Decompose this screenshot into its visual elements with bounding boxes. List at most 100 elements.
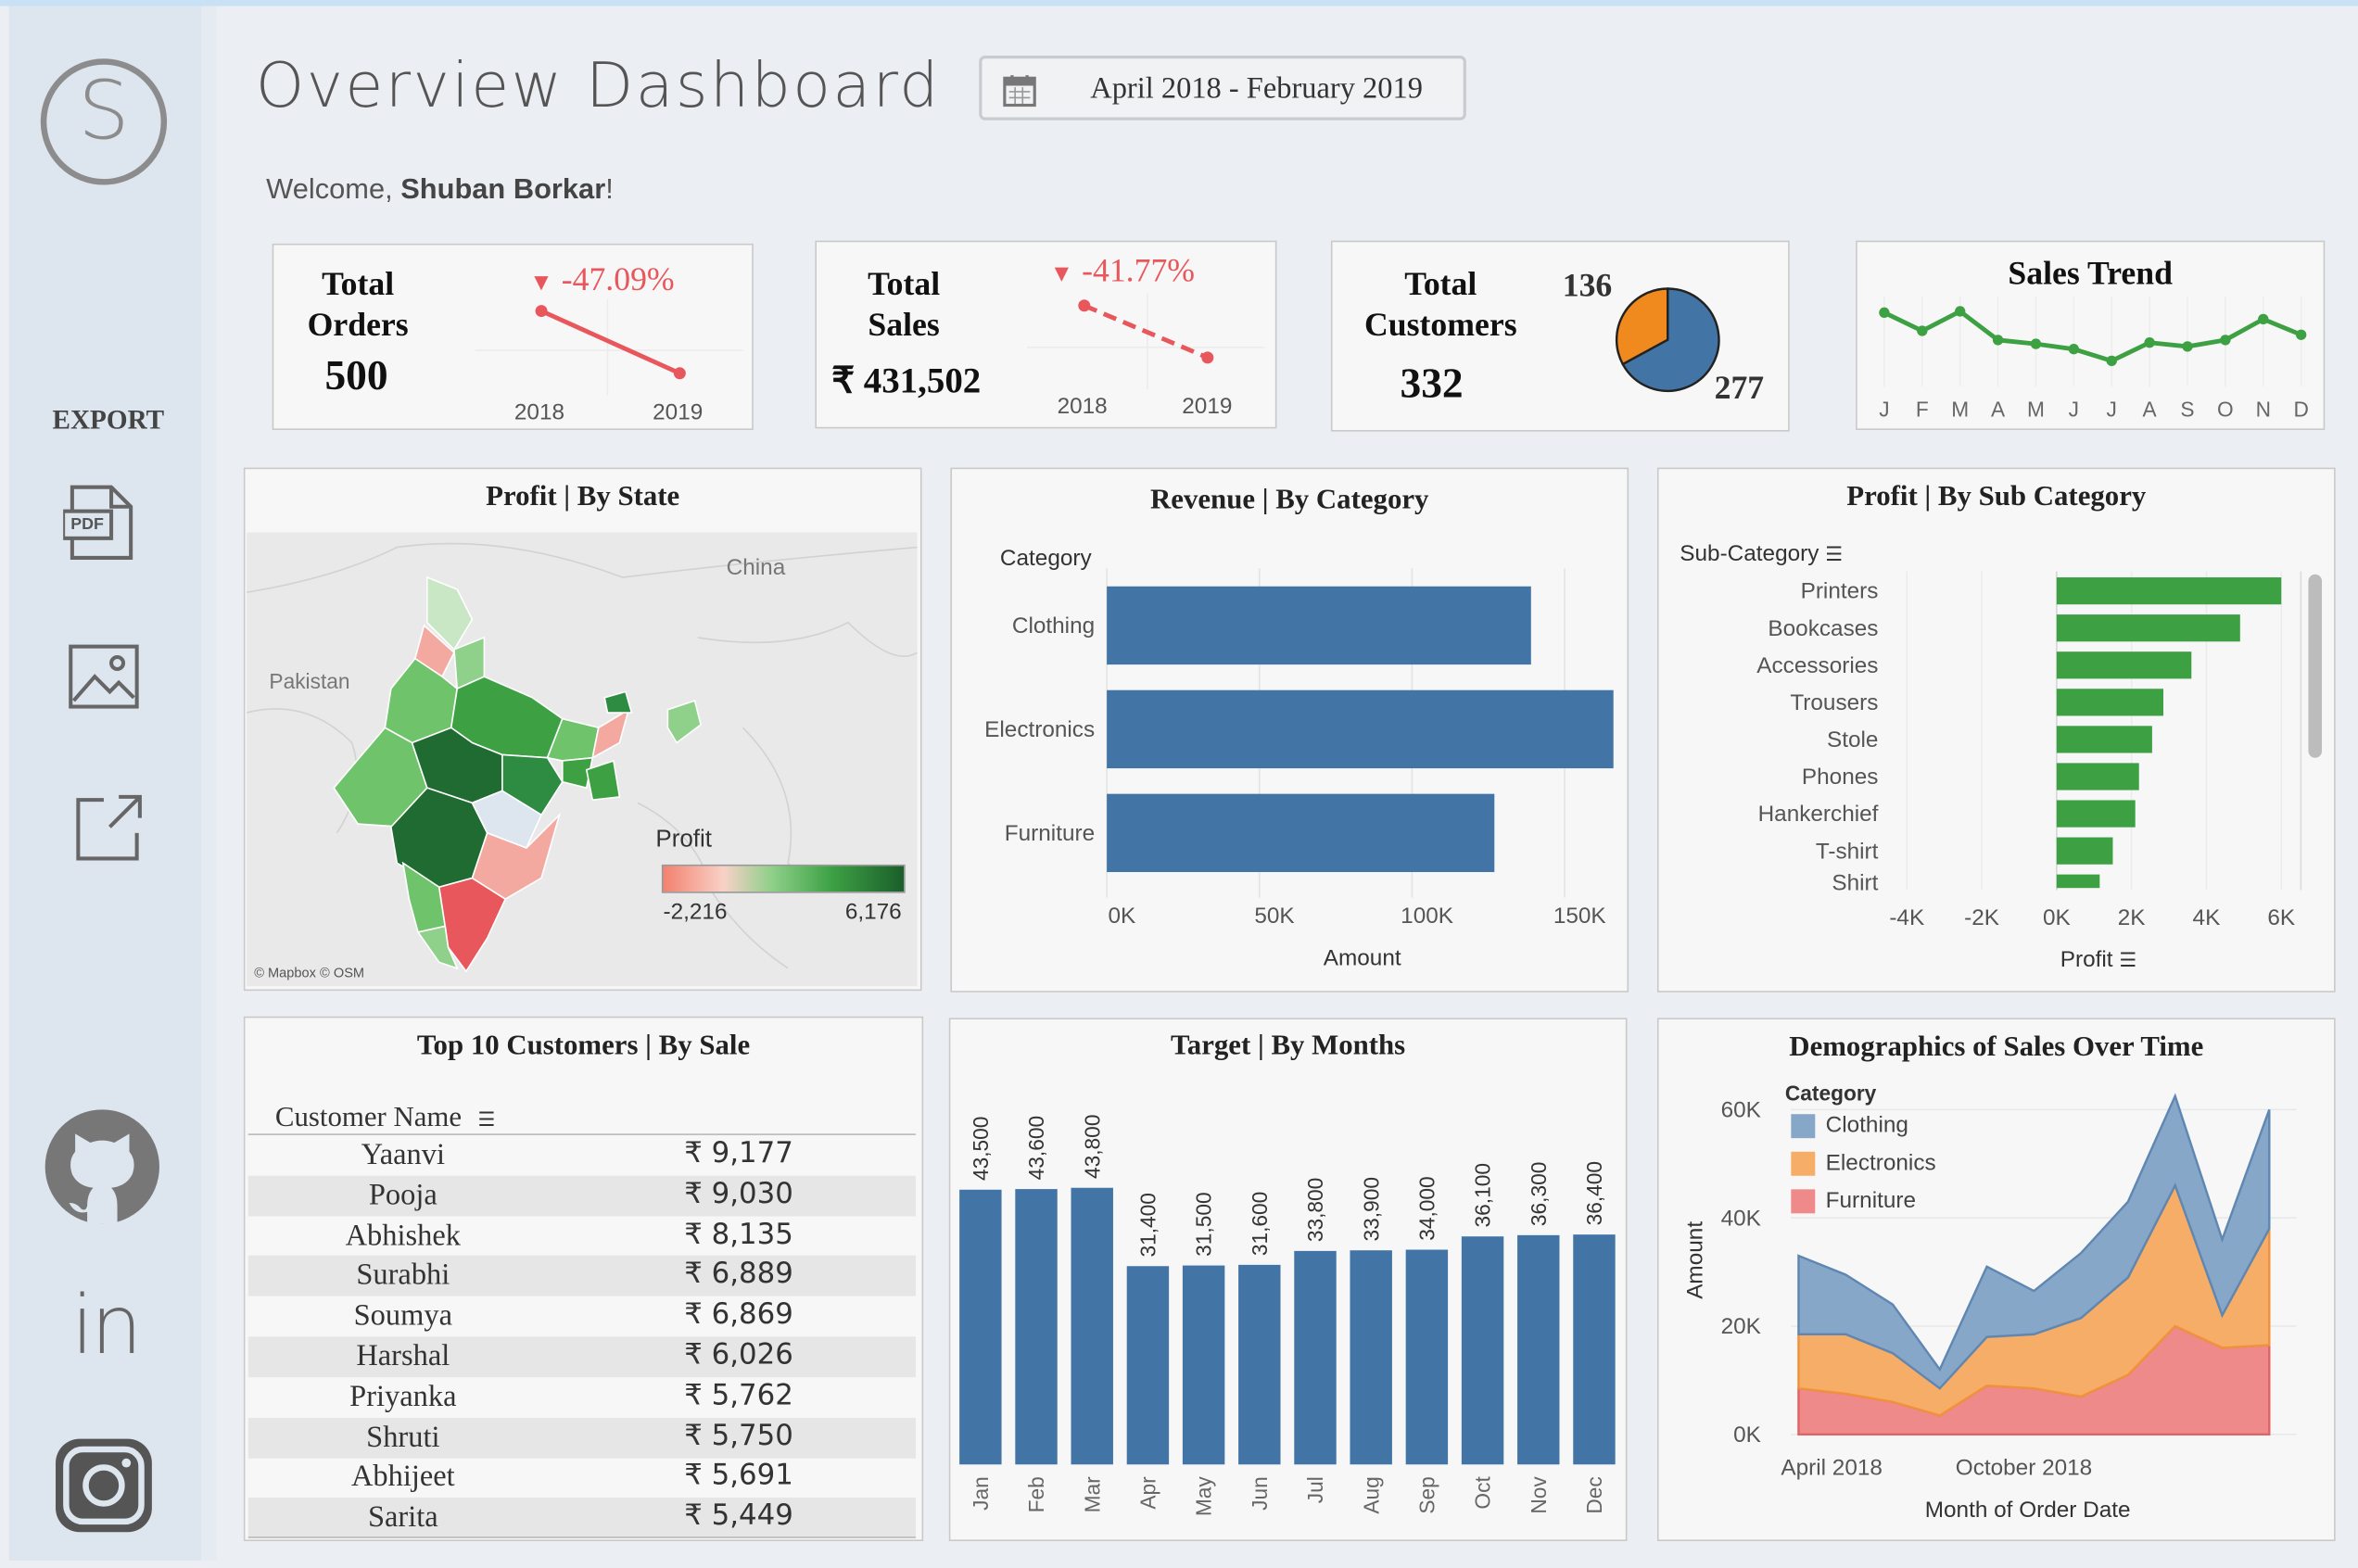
table-row[interactable]: Abhishek ₹ 8,135: [248, 1216, 916, 1257]
table-row[interactable]: Soumya ₹ 6,869: [248, 1296, 916, 1337]
subcat-label: Bookcases: [1768, 616, 1878, 641]
kpi-orders-title-line2: Orders: [307, 305, 409, 343]
demo-legend-title: Category: [1784, 1081, 1877, 1106]
customer-name: Soumya: [353, 1299, 453, 1333]
table-row[interactable]: Sarita ₹ 5,449: [247, 1498, 917, 1539]
target-value-label: 43,600: [1024, 1116, 1048, 1180]
page-title: Overview Dashboard: [255, 49, 941, 122]
table-row[interactable]: Harshal ₹ 6,026: [247, 1336, 917, 1378]
kpi-total-customers[interactable]: Total Customers 332 136 277: [1330, 240, 1790, 432]
kpi-orders-point-2018: [535, 305, 548, 318]
trend-point-9: [2220, 335, 2231, 346]
target-month-label: Jan: [969, 1476, 993, 1511]
customer-sale: ₹ 6,889: [684, 1258, 793, 1291]
demo-y-tick: 0K: [1733, 1423, 1761, 1448]
kpi-sales-year-1: 2018: [1057, 394, 1108, 420]
trend-month-label: A: [2143, 397, 2158, 421]
kpi-orders-year-2: 2019: [653, 399, 704, 426]
image-icon[interactable]: [68, 643, 140, 709]
date-range-text: April 2018 - February 2019: [1090, 71, 1423, 106]
target-bar-mar: [1071, 1187, 1113, 1465]
customer-name: Harshal: [356, 1339, 450, 1373]
target-month-label: Nov: [1527, 1476, 1551, 1514]
kpi-total-sales[interactable]: Total Sales ₹ 431,502 ▼ -41.77% 2018 201…: [815, 240, 1277, 429]
table-row[interactable]: Priyanka ₹ 5,762: [248, 1377, 916, 1418]
target-by-months-panel[interactable]: Target | By Months 43,500 Jan 43,600 Feb 43,…: [948, 1018, 1629, 1543]
down-triangle-icon: ▼: [1049, 261, 1074, 287]
target-month-label: Aug: [1359, 1476, 1383, 1513]
target-bar-nov: [1517, 1234, 1560, 1465]
subcat-x-tick: 2K: [2118, 905, 2146, 930]
customer-name-header-label: Customer Name: [274, 1102, 463, 1134]
trend-month-label: D: [2293, 397, 2308, 421]
demographics-panel[interactable]: Demographics of Sales Over Time 60K 40K 20…: [1656, 1018, 2338, 1543]
kpi-sales-point-2019: [1201, 351, 1214, 364]
target-month-label: Oct: [1471, 1476, 1495, 1510]
table-row[interactable]: Pooja ₹ 9,030: [247, 1175, 917, 1217]
target-bar-chart[interactable]: 43,500 Jan 43,600 Feb 43,800 Mar 31,400 Apr 31,5…: [950, 1019, 1629, 1543]
revenue-by-category-panel[interactable]: Revenue | By Category Category 0K 50K 100K…: [950, 467, 1630, 993]
revenue-category-label: Electronics: [984, 717, 1095, 742]
kpi-total-orders[interactable]: Total Orders 500 ▼ -47.09% 2018 2019: [272, 243, 754, 431]
table-row[interactable]: Surabhi ₹ 6,889: [247, 1256, 917, 1297]
trend-point-1: [1917, 325, 1928, 336]
welcome-prefix: Welcome,: [266, 174, 401, 207]
top-customers-panel[interactable]: Top 10 Customers | By Sale Customer Name…: [243, 1016, 924, 1542]
kpi-customers-title: Total Customers: [1353, 263, 1528, 345]
sales-trend-panel[interactable]: Sales Trend JFMAMJJASOND: [1856, 240, 2326, 431]
footer-divider: [247, 1536, 917, 1538]
subcat-x-title-label: Profit: [2060, 947, 2113, 973]
profit-by-state-title: Profit | By State: [486, 481, 680, 513]
share-icon[interactable]: [74, 790, 146, 863]
demo-x-tick: April 2018: [1781, 1456, 1883, 1481]
subcat-label-clip: Shirt: [1832, 870, 1878, 890]
subcat-x-tick: 4K: [2193, 905, 2221, 930]
demographics-area-chart[interactable]: 60K 40K 20K 0K April 2018 October 2018: [1659, 1019, 2338, 1543]
india-profit-map[interactable]: [247, 532, 918, 987]
table-row[interactable]: Abhijeet ₹ 5,691: [248, 1458, 916, 1498]
customer-sale: ₹ 5,691: [684, 1459, 793, 1493]
target-value-label: 36,100: [1471, 1163, 1495, 1227]
legend-swatch-electronics: [1791, 1151, 1816, 1176]
sort-icon[interactable]: ☰: [478, 1108, 496, 1131]
target-month-label: Apr: [1136, 1476, 1160, 1510]
instagram-icon[interactable]: [53, 1435, 155, 1535]
sort-icon[interactable]: ☰: [2119, 949, 2136, 971]
welcome-suffix: !: [605, 174, 614, 207]
trend-point-2: [1955, 306, 1966, 317]
revenue-category-label: Furniture: [1005, 821, 1095, 846]
target-bar-dec: [1573, 1234, 1616, 1465]
table-row[interactable]: Yaanvi ₹ 9,177: [248, 1135, 916, 1176]
demo-x-title: Month of Order Date: [1924, 1497, 2131, 1524]
revenue-bar-clothing: [1107, 586, 1531, 665]
subcategory-bar-chart[interactable]: -4K -2K 0K 2K 4K 6K Printers Bookcases Accessori…: [1659, 469, 2338, 993]
profit-by-state-panel[interactable]: Profit | By State China Pakistan Profit …: [243, 467, 922, 992]
subcat-label: Stole: [1827, 727, 1878, 752]
subcat-bar-bookcases: [2056, 614, 2240, 642]
trend-month-label: J: [2069, 397, 2079, 421]
revenue-x-tick: 150K: [1553, 904, 1606, 929]
logo-letter: S: [78, 63, 130, 158]
scrollbar[interactable]: [2308, 574, 2323, 758]
user-name: Shuban Borkar: [400, 174, 606, 207]
target-month-label: Jul: [1303, 1476, 1327, 1503]
export-label: EXPORT: [52, 404, 165, 435]
github-icon[interactable]: [42, 1106, 162, 1227]
subcat-label: Trousers: [1790, 690, 1878, 715]
kpi-customers-title-line2: Customers: [1364, 305, 1517, 343]
revenue-bar-chart[interactable]: 0K 50K 100K 150K Clothing Electronics Furnitur…: [952, 469, 1630, 993]
target-value-label: 33,900: [1359, 1177, 1383, 1241]
linkedin-icon[interactable]: in: [45, 1278, 166, 1372]
profit-by-subcategory-panel[interactable]: Profit | By Sub Category Sub-Category ☰ …: [1656, 467, 2338, 993]
subcat-bar-accessories: [2056, 651, 2192, 679]
date-range-picker[interactable]: April 2018 - February 2019: [979, 56, 1466, 120]
revenue-x-tick: 100K: [1401, 904, 1453, 929]
customer-sale: ₹ 9,177: [684, 1136, 793, 1170]
kpi-orders-value: 500: [324, 353, 388, 400]
table-row[interactable]: Shruti ₹ 5,750: [247, 1417, 917, 1459]
kpi-sales-title-line1: Total: [868, 264, 941, 303]
target-bar-feb: [1015, 1189, 1058, 1465]
target-bar-oct: [1461, 1236, 1504, 1465]
trend-point-6: [2106, 355, 2117, 367]
target-value-label: 33,800: [1303, 1178, 1327, 1242]
